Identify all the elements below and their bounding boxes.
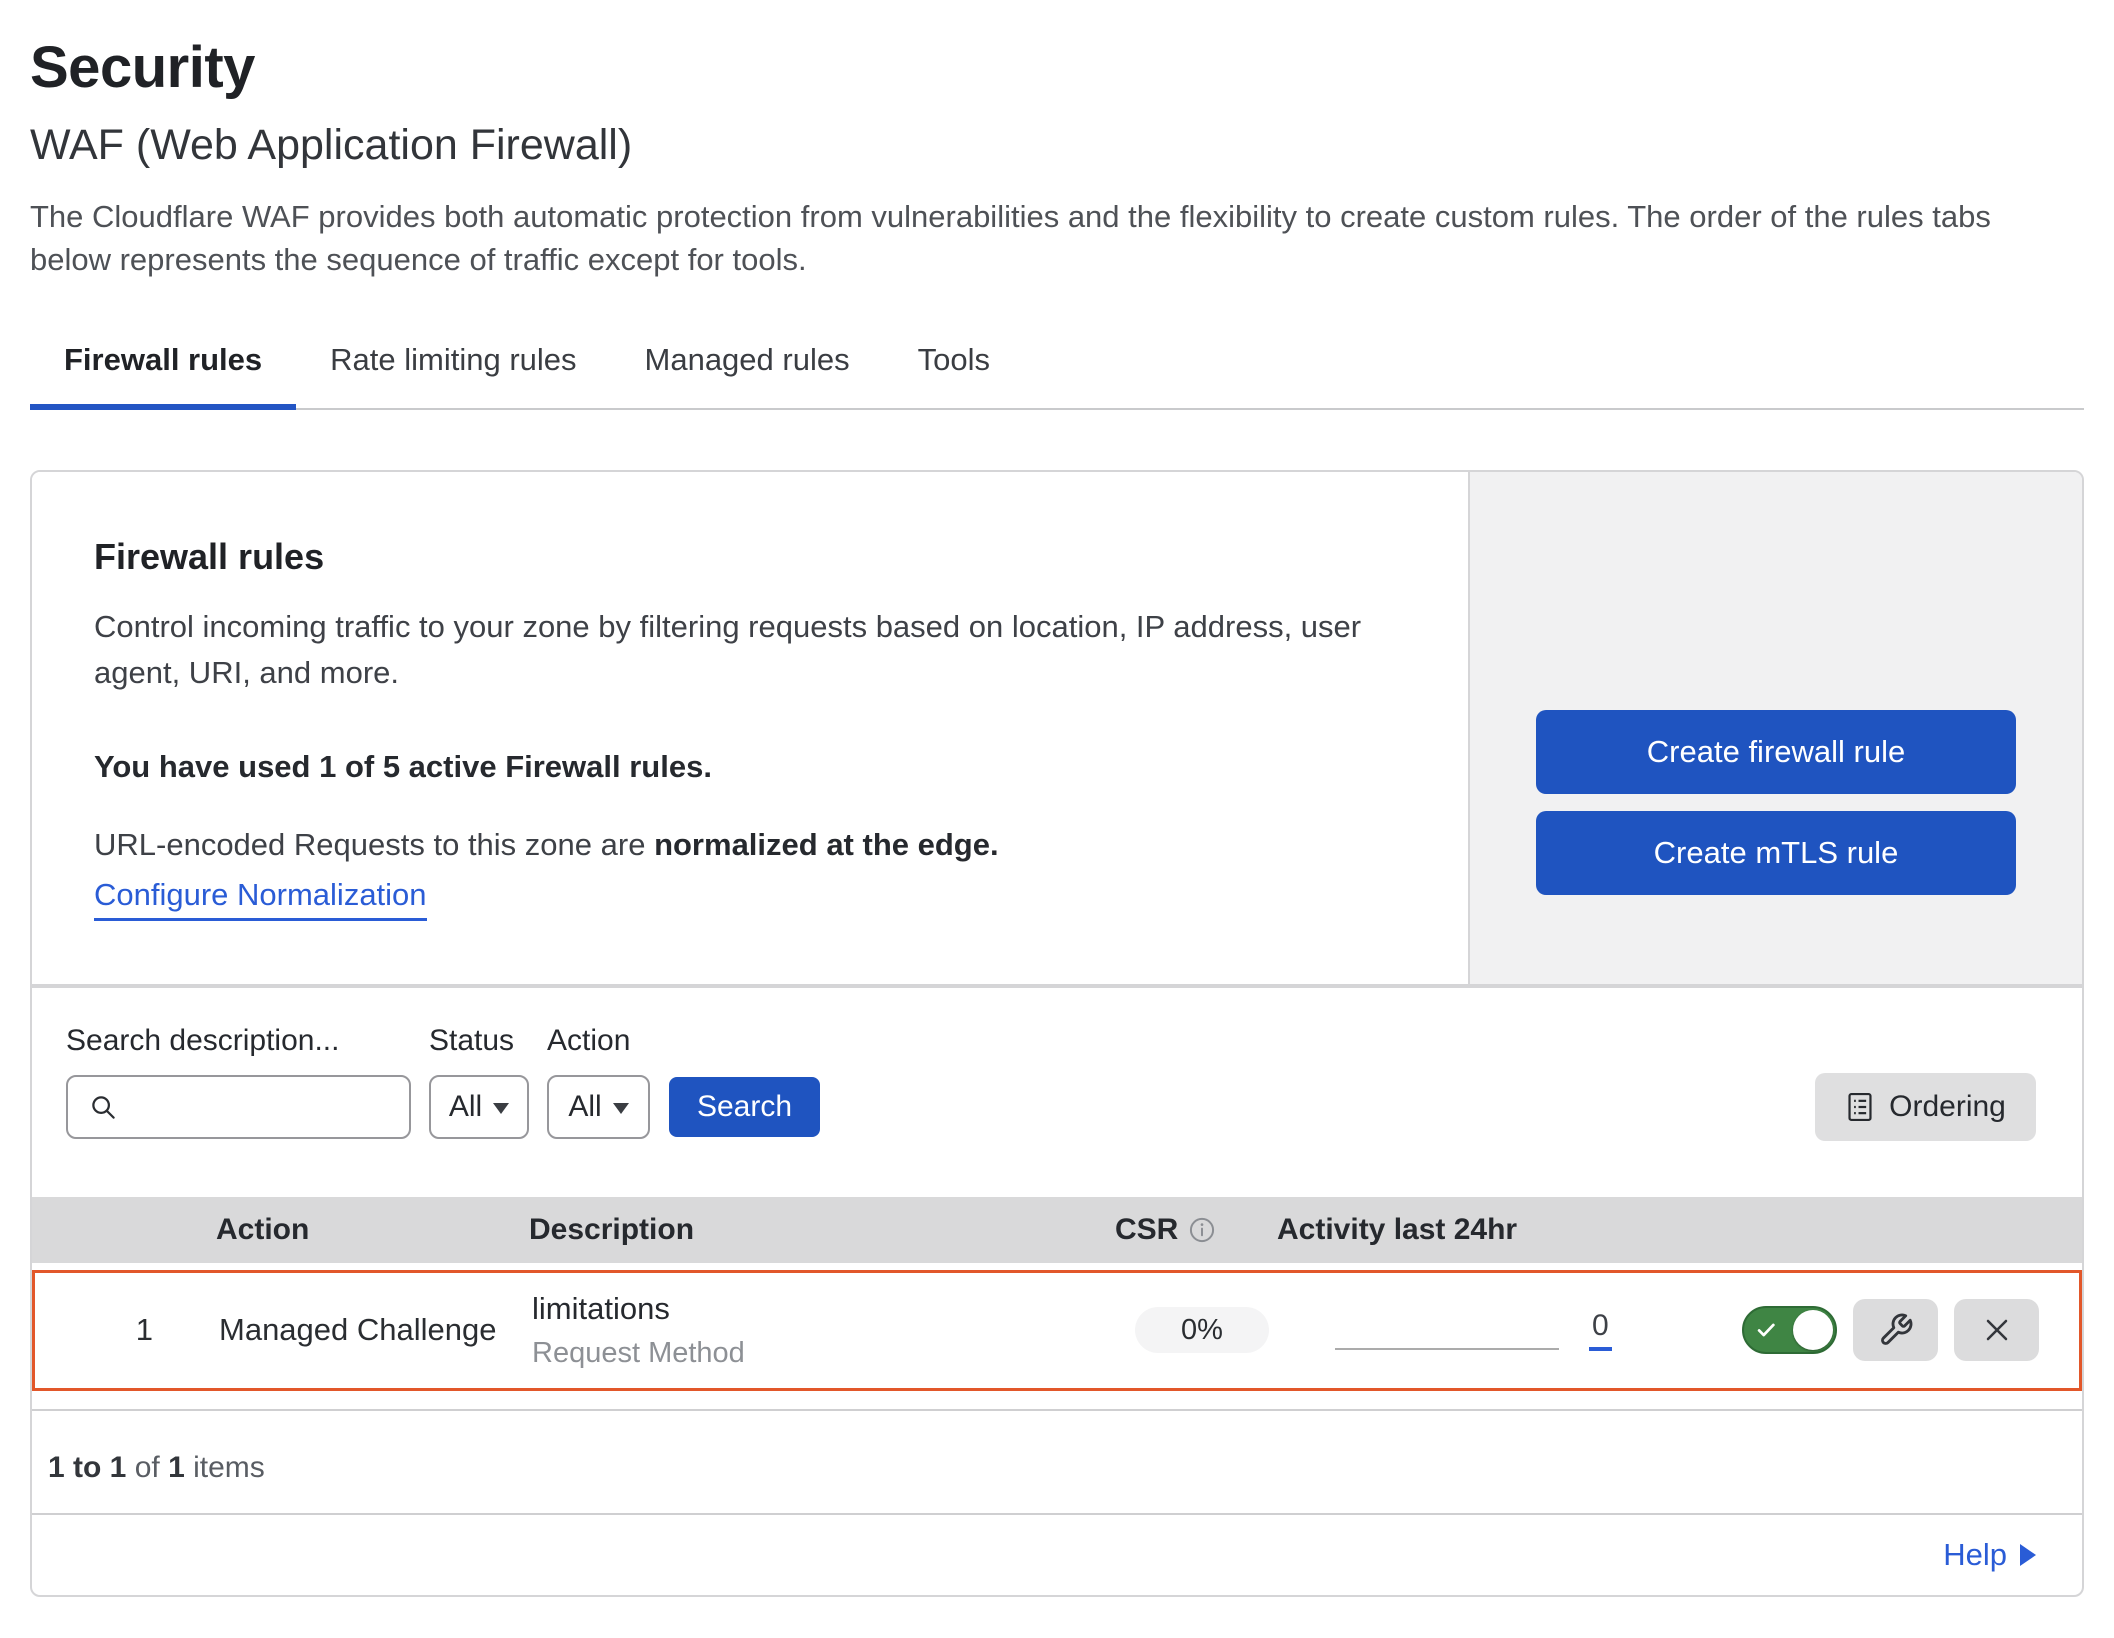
description-column-header: Description	[529, 1213, 1110, 1247]
csr-badge: 0%	[1135, 1307, 1269, 1353]
activity-sparkline	[1335, 1302, 1559, 1358]
rule-action: Managed Challenge	[161, 1312, 532, 1348]
rule-actions-panel: Create firewall rule Create mTLS rule	[1468, 472, 2082, 984]
help-link[interactable]: Help	[1943, 1537, 2007, 1573]
activity-column-header: Activity last 24hr	[1277, 1213, 1717, 1247]
firewall-rules-table-card: Search description... Status Action All	[30, 986, 2084, 1597]
help-row: Help	[32, 1513, 2082, 1595]
rule-priority: 1	[35, 1312, 161, 1348]
search-button[interactable]: Search	[669, 1077, 820, 1137]
normalization-note: URL-encoded Requests to this zone are no…	[94, 827, 1428, 863]
info-circle-icon[interactable]	[1188, 1216, 1216, 1244]
rule-description: limitations Request Method	[532, 1291, 1113, 1370]
tab-managed-rules[interactable]: Managed rules	[611, 342, 884, 408]
overview-heading: Firewall rules	[94, 536, 1428, 578]
action-column-header: Action	[158, 1213, 529, 1247]
csr-column-header: CSR	[1110, 1213, 1277, 1247]
rule-activity: 0	[1280, 1302, 1720, 1358]
rule-controls	[1720, 1299, 2079, 1361]
list-icon	[1845, 1091, 1875, 1123]
search-description-field[interactable]	[66, 1075, 411, 1139]
chevron-down-icon	[493, 1103, 509, 1114]
tab-rate-limiting-rules[interactable]: Rate limiting rules	[296, 342, 610, 408]
search-label: Search description...	[66, 1024, 429, 1058]
page-description: The Cloudflare WAF provides both automat…	[30, 196, 2040, 282]
search-input[interactable]	[130, 1090, 409, 1123]
toggle-knob	[1793, 1310, 1833, 1350]
tab-tools[interactable]: Tools	[884, 342, 1024, 408]
create-mtls-rule-button[interactable]: Create mTLS rule	[1536, 811, 2016, 895]
action-label: Action	[547, 1024, 650, 1058]
overview-description: Control incoming traffic to your zone by…	[94, 604, 1364, 697]
firewall-rules-overview-card: Firewall rules Control incoming traffic …	[30, 470, 2084, 986]
usage-summary: You have used 1 of 5 active Firewall rul…	[94, 749, 1428, 785]
items-count: 1 to 1 of 1 items	[32, 1411, 2082, 1513]
create-firewall-rule-button[interactable]: Create firewall rule	[1536, 710, 2016, 794]
search-icon	[88, 1092, 118, 1122]
firewall-rule-row[interactable]: 1 Managed Challenge limitations Request …	[32, 1270, 2082, 1391]
filter-bar: Search description... Status Action All	[32, 988, 2082, 1141]
tab-firewall-rules[interactable]: Firewall rules	[30, 342, 296, 408]
checkmark-icon	[1755, 1319, 1777, 1341]
activity-count-link[interactable]: 0	[1589, 1309, 1612, 1351]
overview-content: Firewall rules Control incoming traffic …	[32, 472, 1468, 984]
configure-normalization-link[interactable]: Configure Normalization	[94, 877, 427, 921]
waf-security-page: Security WAF (Web Application Firewall) …	[0, 0, 2114, 1597]
action-select[interactable]: All	[547, 1075, 650, 1139]
edit-rule-button[interactable]	[1853, 1299, 1938, 1361]
status-label: Status	[429, 1024, 547, 1058]
page-subtitle: WAF (Web Application Firewall)	[30, 121, 2084, 170]
right-triangle-icon[interactable]	[2020, 1544, 2036, 1566]
wrench-icon	[1878, 1312, 1914, 1348]
chevron-down-icon	[613, 1103, 629, 1114]
x-icon	[1979, 1312, 2015, 1348]
ordering-button[interactable]: Ordering	[1815, 1073, 2036, 1141]
rule-enabled-toggle[interactable]	[1742, 1306, 1837, 1354]
tab-bar: Firewall rules Rate limiting rules Manag…	[30, 342, 2084, 410]
status-select[interactable]: All	[429, 1075, 529, 1139]
rule-csr: 0%	[1113, 1307, 1280, 1353]
page-title: Security	[30, 34, 2084, 101]
table-header: Action Description CSR Activity last 24h…	[32, 1197, 2082, 1263]
delete-rule-button[interactable]	[1954, 1299, 2039, 1361]
